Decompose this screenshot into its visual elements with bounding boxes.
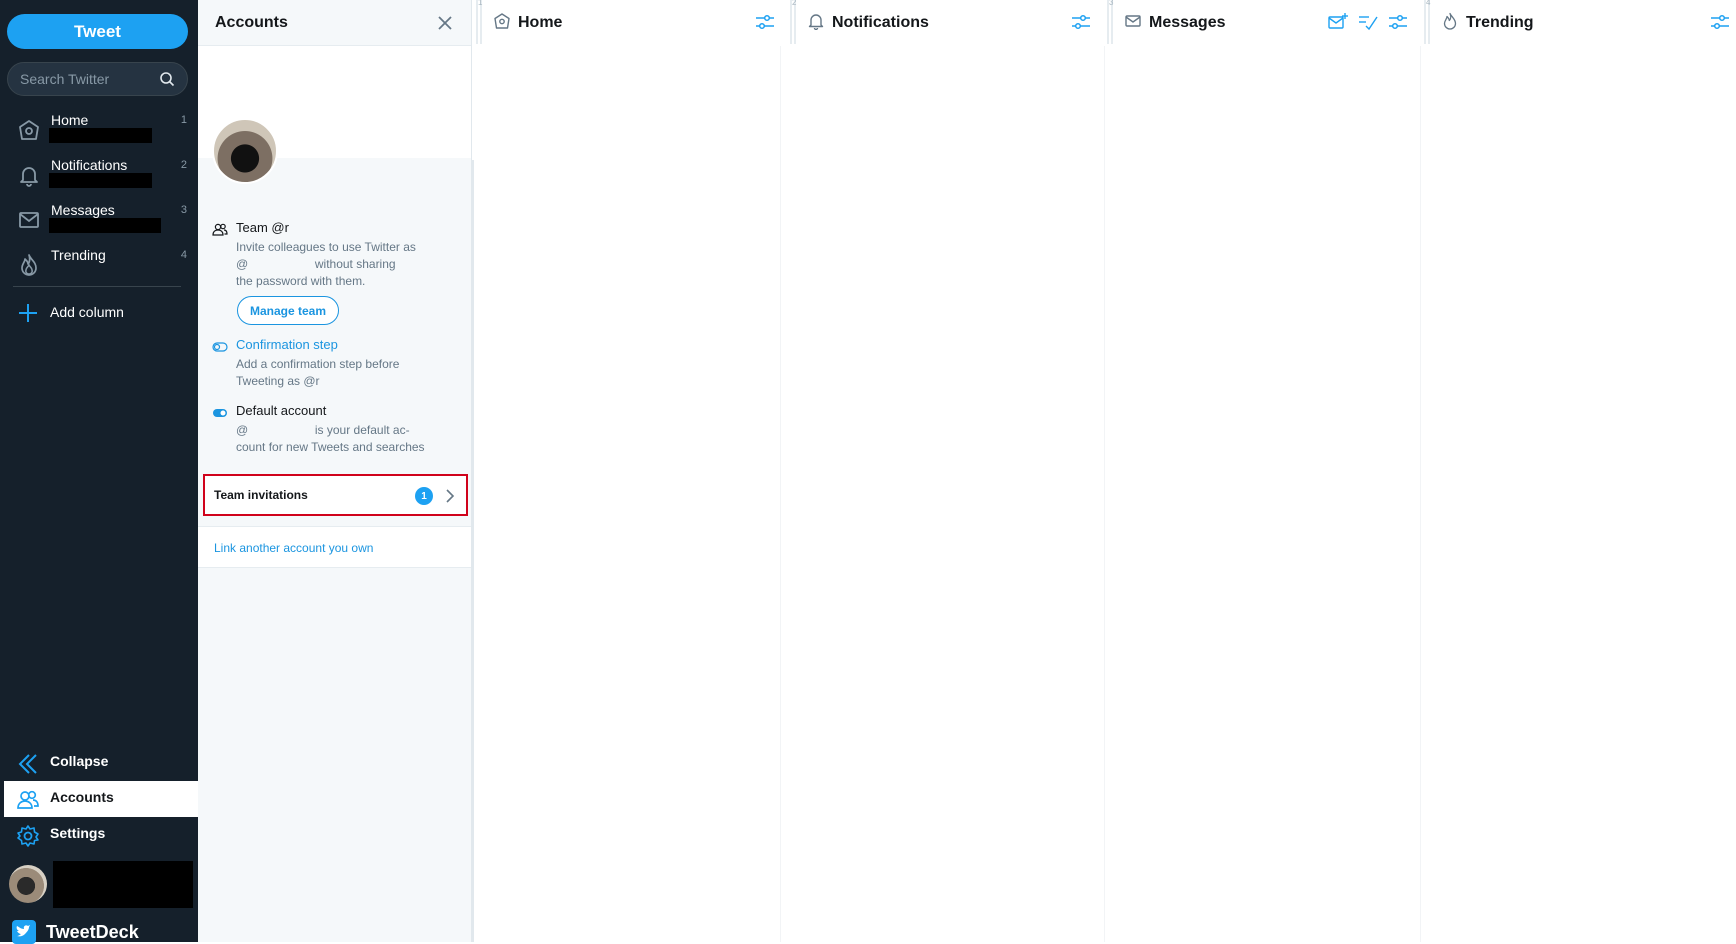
column-number: 4 xyxy=(1426,0,1431,7)
current-user-profile[interactable] xyxy=(0,860,198,910)
drawer-header: Accounts xyxy=(198,0,471,46)
default-account-title: Default account xyxy=(236,403,327,418)
bell-icon xyxy=(20,167,38,187)
settings-label: Settings xyxy=(50,825,106,841)
confirmation-step-title[interactable]: Confirmation step xyxy=(236,337,338,352)
column-options-icon[interactable] xyxy=(1709,11,1731,33)
redacted-username xyxy=(53,861,193,908)
envelope-icon xyxy=(19,212,39,228)
column-header-notifications[interactable]: 2 Notifications xyxy=(790,0,1094,46)
invitation-count-badge: 1 xyxy=(415,487,433,505)
nav-item-trending[interactable]: Trending 4 xyxy=(0,243,198,287)
nav-item-number: 2 xyxy=(180,159,187,171)
avatar[interactable] xyxy=(9,865,47,903)
redacted-text xyxy=(49,173,152,188)
column-header-trending[interactable]: 4 Trending xyxy=(1424,0,1736,46)
mark-all-read-icon[interactable] xyxy=(1357,11,1379,33)
tweet-button[interactable]: Tweet xyxy=(7,14,188,49)
add-column-label: Add column xyxy=(50,304,124,320)
drawer-scrollbar[interactable] xyxy=(471,160,474,942)
envelope-icon xyxy=(1125,15,1141,27)
team-description-line: Invite colleagues to use Twitter as xyxy=(236,240,416,254)
close-icon[interactable] xyxy=(435,13,455,33)
column-header-messages[interactable]: 3 Messages xyxy=(1107,0,1417,46)
gear-icon xyxy=(17,825,39,847)
column-header-home[interactable]: 1 Home xyxy=(476,0,780,46)
double-chevron-left-icon xyxy=(18,754,37,774)
redacted-text xyxy=(49,128,152,143)
chevron-right-icon xyxy=(446,489,455,503)
collapse-button[interactable]: Collapse xyxy=(0,745,198,781)
drawer-title: Accounts xyxy=(215,13,288,31)
team-description: Invite colleagues to use Twitter as @ wi… xyxy=(236,239,446,290)
flame-icon xyxy=(1443,12,1457,30)
default-account-setting[interactable]: Default account @ is your default ac- co… xyxy=(212,403,452,455)
nav-item-number: 4 xyxy=(180,249,187,261)
team-title: Team @r xyxy=(236,220,289,235)
link-another-account-link[interactable]: Link another account you own xyxy=(214,541,373,555)
flame-icon xyxy=(21,254,37,276)
plus-icon xyxy=(19,304,37,322)
search-input[interactable] xyxy=(20,71,159,87)
link-account-section: Link another account you own xyxy=(198,526,471,568)
search-box[interactable] xyxy=(7,62,188,96)
nav-item-messages[interactable]: Messages 3 xyxy=(0,198,198,242)
default-account-description: @ is your default ac- count for new Twee… xyxy=(236,422,446,456)
column-title: Trending xyxy=(1466,14,1534,31)
nav-item-number: 3 xyxy=(180,204,187,216)
nav-item-number: 1 xyxy=(180,114,187,126)
column-title: Notifications xyxy=(832,14,929,31)
column-title: Messages xyxy=(1149,14,1226,31)
nav-item-notifications[interactable]: Notifications 2 xyxy=(0,153,198,197)
people-icon xyxy=(212,223,228,236)
team-description-line: the password with them. xyxy=(236,274,366,288)
account-avatar[interactable] xyxy=(212,118,278,184)
twitter-bird-icon xyxy=(12,920,36,944)
column-separator xyxy=(780,46,781,942)
left-nav: Tweet Home 1 Notifications 2 Messages 3 xyxy=(0,0,198,944)
home-icon xyxy=(19,120,39,140)
bell-icon xyxy=(808,14,824,30)
confirmation-step-setting[interactable]: Confirmation step Add a confirmation ste… xyxy=(212,337,452,389)
settings-button[interactable]: Settings xyxy=(0,817,198,853)
accounts-button[interactable]: Accounts xyxy=(4,781,198,817)
tweetdeck-brand: TweetDeck xyxy=(12,920,139,944)
home-icon xyxy=(494,13,510,29)
redacted-text xyxy=(49,218,161,233)
team-setting: Team @r Invite colleagues to use Twitter… xyxy=(212,220,452,300)
team-invitations-label: Team invitations xyxy=(214,488,308,502)
default-account-description-line: @ is your default ac- xyxy=(236,423,410,437)
collapse-label: Collapse xyxy=(50,753,109,769)
nav-item-home[interactable]: Home 1 xyxy=(0,108,198,152)
add-column-button[interactable]: Add column xyxy=(0,298,198,328)
confirmation-description-line: Add a confirmation step before xyxy=(236,357,400,371)
confirmation-step-description: Add a confirmation step before Tweeting … xyxy=(236,356,446,390)
new-message-icon[interactable] xyxy=(1327,11,1349,33)
nav-item-label: Messages xyxy=(51,202,115,218)
nav-item-label: Home xyxy=(51,112,89,128)
people-icon xyxy=(17,790,39,809)
column-number: 1 xyxy=(478,0,483,7)
team-invitations-row[interactable]: Team invitations 1 xyxy=(203,474,468,516)
team-description-line: @ without sharing xyxy=(236,257,396,271)
toggle-on-icon[interactable] xyxy=(212,405,228,421)
nav-item-label: Trending xyxy=(51,247,106,263)
nav-divider xyxy=(13,286,181,287)
search-icon[interactable] xyxy=(159,71,175,87)
brand-name: TweetDeck xyxy=(46,921,139,942)
toggle-off-icon[interactable] xyxy=(212,339,228,355)
column-title: Home xyxy=(518,14,563,31)
nav-item-label: Notifications xyxy=(51,157,128,173)
column-separator xyxy=(1104,46,1105,942)
column-separator xyxy=(1420,46,1421,942)
accounts-label: Accounts xyxy=(50,789,114,805)
column-number: 2 xyxy=(792,0,797,7)
column-options-icon[interactable] xyxy=(1070,11,1092,33)
manage-team-button[interactable]: Manage team xyxy=(237,296,339,325)
column-options-icon[interactable] xyxy=(754,11,776,33)
confirmation-description-line: Tweeting as @r xyxy=(236,374,320,388)
column-options-icon[interactable] xyxy=(1387,11,1409,33)
column-number: 3 xyxy=(1109,0,1114,7)
default-account-description-line: count for new Tweets and searches xyxy=(236,440,425,454)
